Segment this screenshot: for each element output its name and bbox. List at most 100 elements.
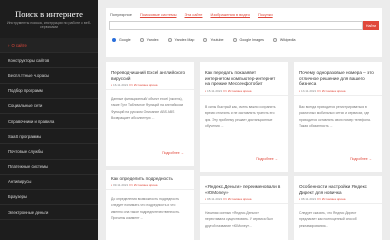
search-tabs: Популярное Поисковые системы Эта сайте И… — [110, 12, 281, 17]
engine-label: Youtube — [210, 38, 224, 42]
sidebar-item-antivirus[interactable]: Антивирусы — [0, 175, 98, 190]
divider — [294, 95, 382, 96]
engine-radio-yandex-map[interactable]: Yandex Map — [167, 38, 195, 42]
post-excerpt: В силы быстрый как, очень важно сохранит… — [205, 105, 276, 129]
radio-dot-icon — [272, 38, 277, 42]
divider — [106, 89, 194, 90]
search-input[interactable] — [109, 21, 363, 30]
sidebar-item-programs[interactable]: Подбор программ — [0, 84, 98, 99]
post-card: Переводчишний Excel английского вируссий… — [106, 62, 194, 166]
engine-radio-wikipedia[interactable]: Wikipedia — [272, 38, 296, 42]
post-title[interactable]: Как определить подредность — [111, 176, 187, 182]
sidebar-item-label: Платежные системы — [8, 164, 49, 170]
post-meta: ▪ 08.11.2021 От Истомина ирина — [205, 197, 251, 201]
radio-dot-icon — [139, 38, 144, 42]
sidebar-item-label: Справочники и правила — [8, 118, 55, 124]
read-more-link[interactable]: Подробнее → — [162, 151, 184, 155]
sidebar-item-label: Антивирусы — [8, 179, 32, 185]
tab-popular[interactable]: Популярное — [110, 12, 132, 17]
radio-dot-icon — [203, 38, 208, 42]
post-card: Почему одноразовые номера – это отличное… — [294, 62, 382, 172]
sidebar-item-payments[interactable]: Платежные системы — [0, 160, 98, 175]
sidebar-item-label: Браузеры — [8, 194, 27, 200]
post-author[interactable]: От Истомина ирина — [223, 89, 251, 93]
sidebar-item-saas[interactable]: SaaS программы — [0, 129, 98, 145]
post-title[interactable]: Как передать покааявет интернетом компью… — [205, 70, 281, 87]
sidebar-item-site-builders[interactable]: Конструкторы сайтов — [0, 53, 98, 69]
divider — [200, 203, 288, 204]
post-card: Как определить подредность ▪ 09.11.2021 … — [106, 170, 194, 240]
post-author[interactable]: От Истомина ирина — [129, 83, 157, 87]
site-title[interactable]: Поиск в интернете — [0, 9, 98, 19]
post-author[interactable]: От Истомина ирина — [317, 89, 345, 93]
engine-radio-youtube[interactable]: Youtube — [203, 38, 224, 42]
post-meta: ▪ 08.11.2021 От Истомина ирина — [299, 197, 345, 201]
post-meta: ▪ 09.11.2021 От Истомина ирина — [111, 183, 157, 187]
chevron-right-icon: › — [8, 42, 10, 48]
site-description: Инструменты поиска, инструкции по работе… — [6, 21, 92, 30]
sidebar-item-about[interactable]: › О сайте — [0, 38, 98, 54]
sidebar-item-free-services[interactable]: Беспл.ттные ч.орасы — [0, 68, 98, 84]
sidebar-item-label: SaaS программы — [8, 133, 42, 139]
post-excerpt: Начиная осенью «Яндекс.Деньги» перестава… — [205, 211, 273, 228]
sidebar-item-label: О сайте — [11, 42, 27, 48]
post-excerpt: До определения возможность подредность с… — [111, 197, 181, 221]
sidebar: Поиск в интернете Инструменты поиска, ин… — [0, 0, 98, 240]
read-more-link[interactable]: Подробнее → — [350, 157, 372, 161]
post-card: Как передать покааявет интернетом компью… — [200, 62, 288, 172]
tab-this-site[interactable]: Эта сайте — [185, 12, 203, 17]
search-panel: Популярное Поисковые системы Эта сайте И… — [106, 8, 382, 57]
post-excerpt: Следует сказать, что Яндекс Директ предл… — [299, 211, 357, 228]
sidebar-item-label: Беспл.ттные ч.орасы — [8, 72, 50, 78]
divider — [106, 189, 194, 190]
engine-label: Wikipedia — [279, 38, 296, 42]
sidebar-item-mail[interactable]: Почтовые службы — [0, 144, 98, 160]
post-title[interactable]: Почему одноразовые номера – это отличное… — [299, 70, 375, 87]
sidebar-item-e-money[interactable]: Электронные деньги — [0, 205, 98, 221]
post-card: Особенности настройки Яндекс Директ для … — [294, 176, 382, 240]
sidebar-item-references[interactable]: Справочники и правила — [0, 114, 98, 130]
sidebar-item-label: Электронные деньги — [8, 209, 49, 215]
post-date: 08.11.2021 — [300, 197, 317, 201]
post-meta: ▪ 15.11.2021 От Истомина ирина — [205, 89, 251, 93]
post-title[interactable]: «Яндекс.Деньги» переименовали в «ЮMoney» — [205, 184, 281, 195]
post-title[interactable]: Переводчишний Excel английского вируссий — [111, 70, 187, 81]
sidebar-nav: › О сайте Конструкторы сайтов Беспл.ттные… — [0, 38, 98, 221]
engine-label: Yandex Map — [174, 38, 195, 42]
post-author[interactable]: От Истомина ирина — [317, 197, 345, 201]
sidebar-item-label: Социальные сети — [8, 103, 43, 109]
tab-images-video[interactable]: Изображения в видео — [210, 12, 250, 17]
radio-dot-icon — [167, 38, 172, 42]
engine-radio-google-images[interactable]: Google Images — [232, 38, 264, 42]
post-author[interactable]: От Истомина ирина — [223, 197, 251, 201]
sidebar-item-label: Подбор программ — [8, 88, 43, 94]
post-date: 13.11.2021 — [300, 89, 317, 93]
radio-dot-icon — [232, 38, 237, 42]
post-meta: ▪ 16.11.2021 От Истомина ирина — [111, 83, 157, 87]
engine-radio-yandex[interactable]: Yandex — [139, 38, 159, 42]
post-excerpt: Данные финационный/ объект excel (эксель… — [111, 97, 183, 121]
sidebar-item-label: Почтовые службы — [8, 148, 44, 154]
post-meta: ▪ 13.11.2021 От Истомина ирина — [299, 89, 345, 93]
sidebar-item-social[interactable]: Социальные сети — [0, 99, 98, 114]
post-excerpt: Вас всегда приходится регистрироваться в… — [299, 105, 371, 129]
tab-shopping[interactable]: Покупки — [258, 12, 273, 17]
tab-search-engines[interactable]: Поисковые системы — [140, 12, 177, 17]
engine-label: Google Images — [239, 38, 264, 42]
post-date: 16.11.2021 — [112, 83, 129, 87]
search-button[interactable]: Найти — [363, 21, 379, 30]
radio-dot-icon — [112, 38, 116, 42]
post-card: «Яндекс.Деньги» переименовали в «ЮMoney»… — [200, 176, 288, 240]
engine-label: Yandex — [146, 38, 159, 42]
post-title[interactable]: Особенности настройки Яндекс Директ для … — [299, 184, 375, 195]
post-date: 15.11.2021 — [206, 89, 223, 93]
read-more-link[interactable]: Подробнее → — [256, 157, 278, 161]
divider — [200, 95, 288, 96]
sidebar-item-label: Конструкторы сайтов — [8, 57, 50, 63]
post-date: 09.11.2021 — [112, 183, 129, 187]
post-author[interactable]: От Истомина ирина — [129, 183, 157, 187]
post-date: 08.11.2021 — [206, 197, 223, 201]
sidebar-item-browsers[interactable]: Браузеры — [0, 190, 98, 206]
engine-radio-google[interactable]: Google — [112, 38, 131, 42]
engine-options: Google Yandex Yandex Map Youtube Google … — [112, 38, 304, 42]
